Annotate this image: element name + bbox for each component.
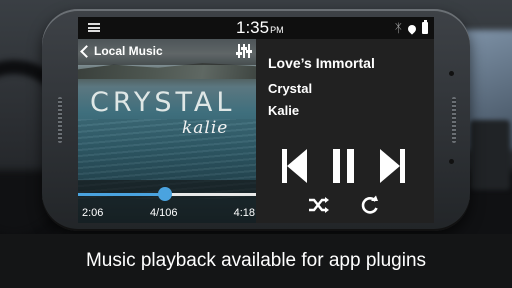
- pause-icon: [333, 149, 340, 183]
- track-info-pane: Love’s Immortal Crystal Kalie: [256, 39, 434, 223]
- phone-sensor: [449, 159, 454, 164]
- shuffle-icon: [309, 197, 329, 213]
- repeat-button[interactable]: [360, 195, 380, 215]
- library-title[interactable]: Local Music: [94, 44, 163, 58]
- seek-thumb[interactable]: [158, 187, 173, 201]
- album-art-pane: CRYSTAL kalie Local Music 2:06 4/106 4:1…: [78, 39, 256, 223]
- status-clock: 1:35PM: [236, 18, 284, 38]
- artist-name: Kalie: [268, 103, 300, 118]
- location-icon: [406, 22, 418, 35]
- phone-speaker: [58, 97, 62, 143]
- promo-caption: Music playback available for app plugins: [0, 234, 512, 288]
- back-chevron-icon[interactable]: [80, 45, 93, 58]
- album-art-artist: kalie: [182, 118, 229, 138]
- pause-button[interactable]: [333, 149, 355, 183]
- bluetooth-icon: ᛡ: [394, 21, 402, 35]
- album-art-hills: [78, 63, 256, 79]
- next-button[interactable]: [380, 149, 406, 183]
- track-counter: 4/106: [150, 207, 178, 219]
- seek-bar-fill: [78, 193, 166, 196]
- previous-button[interactable]: [282, 149, 308, 183]
- menu-icon[interactable]: [88, 23, 100, 32]
- equalizer-icon[interactable]: [236, 44, 252, 58]
- shuffle-button[interactable]: [308, 196, 330, 214]
- next-icon: [380, 149, 400, 183]
- clock-time: 1:35: [236, 18, 270, 37]
- track-title: Love’s Immortal: [268, 55, 375, 71]
- phone-screen: 1:35PM ᛡ CRYSTAL kalie Local Music 2:06 …: [78, 17, 434, 223]
- album-name: Crystal: [268, 81, 313, 96]
- status-bar: 1:35PM ᛡ: [78, 17, 434, 39]
- elapsed-time: 2:06: [82, 207, 104, 219]
- phone-frame: 1:35PM ᛡ CRYSTAL kalie Local Music 2:06 …: [42, 9, 470, 231]
- battery-icon: [422, 20, 428, 34]
- playback-progress: 2:06 4/106 4:18: [78, 180, 256, 223]
- repeat-icon: [361, 195, 378, 214]
- clock-ampm: PM: [270, 25, 284, 35]
- phone-sensor: [449, 71, 454, 76]
- track-duration: 4:18: [233, 207, 255, 219]
- phone-speaker: [452, 97, 456, 143]
- library-header: Local Music: [78, 39, 256, 65]
- status-icons: ᛡ: [394, 20, 428, 35]
- album-art-title: CRYSTAL: [90, 87, 236, 118]
